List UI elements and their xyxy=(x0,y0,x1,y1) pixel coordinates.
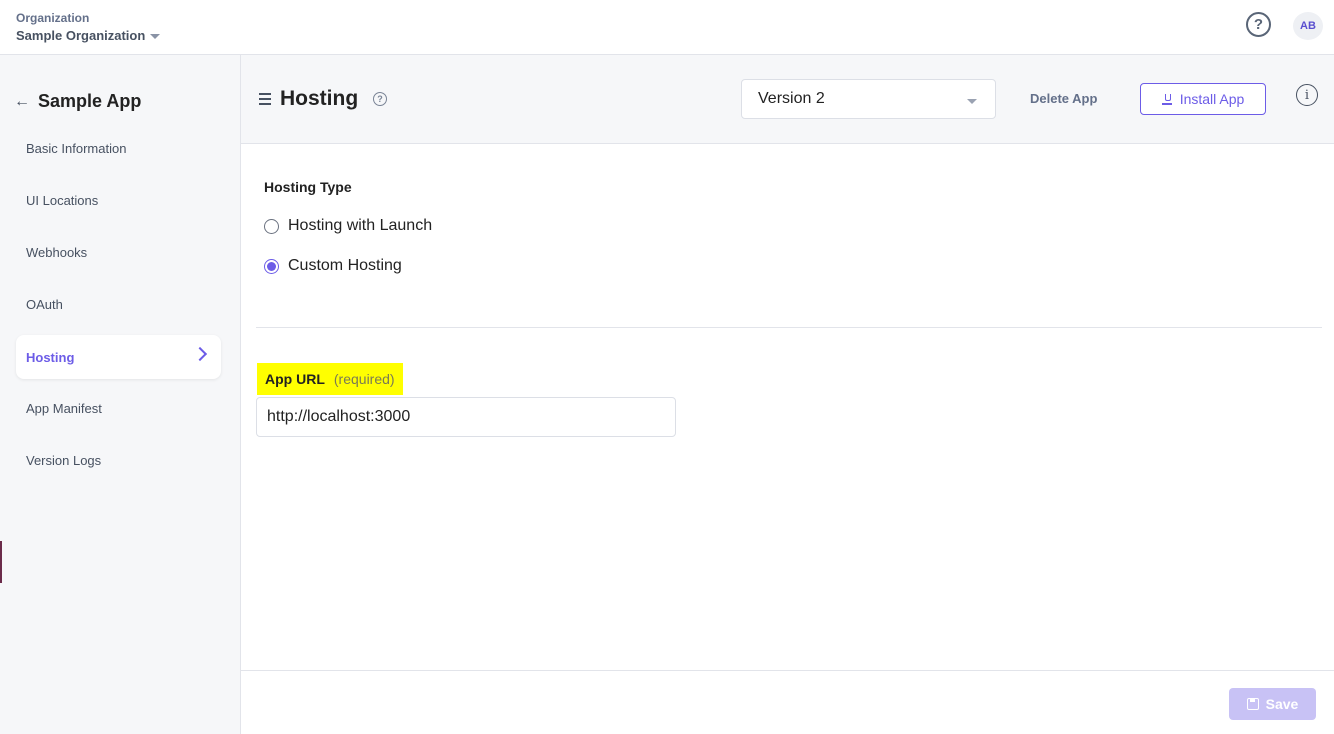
install-app-label: Install App xyxy=(1179,91,1245,107)
avatar[interactable]: AB xyxy=(1293,12,1323,40)
save-button[interactable]: Save xyxy=(1229,688,1316,720)
radio-label: Hosting with Launch xyxy=(288,217,433,234)
sidebar-item-label: Webhooks xyxy=(26,244,88,260)
app-url-input[interactable] xyxy=(256,397,676,437)
app-url-label-text: App URL xyxy=(265,371,325,387)
chevron-right-icon xyxy=(192,346,208,362)
required-indicator: (required) xyxy=(333,371,395,387)
install-app-button[interactable]: Install App xyxy=(1140,83,1266,115)
help-icon[interactable]: ? xyxy=(373,92,387,106)
app-title: Sample App xyxy=(38,91,142,111)
radio-hosting-with-launch[interactable]: Hosting with Launch xyxy=(264,217,432,235)
help-icon[interactable]: ? xyxy=(1246,12,1271,37)
sidebar-item-label: Version Logs xyxy=(26,452,102,468)
menu-icon[interactable] xyxy=(259,93,271,105)
sidebar-item-label: OAuth xyxy=(26,296,63,312)
version-select[interactable]: Version 2 xyxy=(741,79,996,119)
chevron-down-icon xyxy=(150,34,161,39)
sidebar-item-version-logs[interactable]: Version Logs xyxy=(16,438,221,482)
sidebar-item-basic-information[interactable]: Basic Information xyxy=(16,126,221,170)
radio-button-checked[interactable] xyxy=(264,258,279,274)
sidebar-item-hosting[interactable]: Hosting xyxy=(16,335,221,379)
footer-bar: Save xyxy=(241,670,1334,734)
sidebar-item-webhooks[interactable]: Webhooks xyxy=(16,230,221,274)
sidebar-item-label: App Manifest xyxy=(26,400,102,416)
version-select-value: Version 2 xyxy=(758,90,825,107)
hosting-type-label: Hosting Type xyxy=(264,179,352,195)
organization-selector[interactable]: Sample Organization xyxy=(16,28,161,43)
sidebar-item-app-manifest[interactable]: App Manifest xyxy=(16,386,221,430)
install-icon xyxy=(1161,93,1172,105)
info-icon[interactable]: i xyxy=(1296,84,1318,106)
back-to-apps-link[interactable]: ← Sample App xyxy=(14,91,141,112)
organization-name: Sample Organization xyxy=(16,28,146,43)
save-label: Save xyxy=(1265,696,1299,712)
app-url-label: App URL (required) xyxy=(257,363,403,395)
organization-label: Organization xyxy=(16,11,90,25)
save-icon xyxy=(1246,698,1259,710)
sidebar-item-label: UI Locations xyxy=(26,192,99,208)
radio-label: Custom Hosting xyxy=(288,257,402,274)
section-divider xyxy=(256,327,1322,328)
sidebar-edge-marker xyxy=(0,541,2,583)
delete-app-button[interactable]: Delete App xyxy=(1030,91,1097,106)
arrow-left-icon: ← xyxy=(14,92,30,110)
radio-custom-hosting[interactable]: Custom Hosting xyxy=(264,257,402,275)
page-header: Hosting ? Version 2 Delete App Install A… xyxy=(241,55,1334,144)
top-bar: Organization Sample Organization ? AB xyxy=(0,0,1334,55)
sidebar-item-ui-locations[interactable]: UI Locations xyxy=(16,178,221,222)
sidebar: ← Sample App Basic Information UI Locati… xyxy=(0,55,241,734)
page-title: Hosting xyxy=(280,87,359,110)
chevron-down-icon xyxy=(967,99,977,104)
sidebar-item-label: Hosting xyxy=(26,349,75,365)
sidebar-item-oauth[interactable]: OAuth xyxy=(16,282,221,326)
radio-button[interactable] xyxy=(264,218,279,234)
sidebar-item-label: Basic Information xyxy=(26,140,127,156)
